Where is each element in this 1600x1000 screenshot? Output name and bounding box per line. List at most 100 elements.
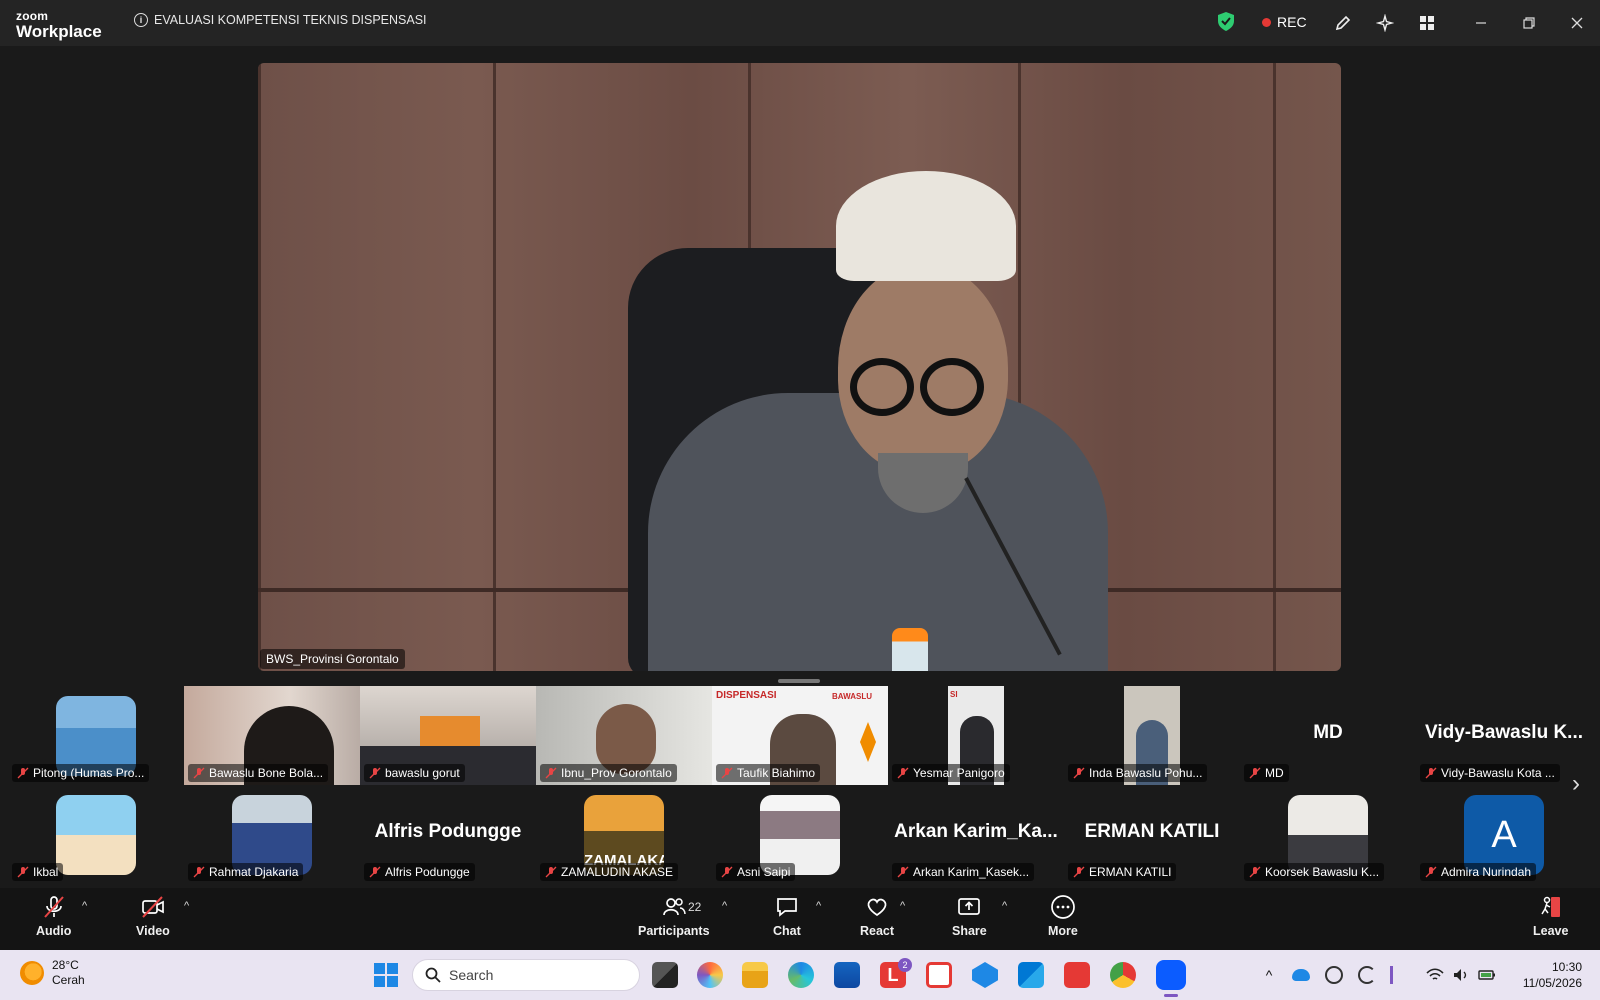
minimize-button[interactable]	[1470, 12, 1492, 34]
taskbar-search[interactable]: Search	[412, 959, 640, 991]
zoom-app-icon[interactable]	[1156, 960, 1186, 990]
participant-display-name: Vidy-Bawaslu K...	[1424, 722, 1584, 743]
participant-tile[interactable]: ZAMALAKA ZAMALUDIN AKASE	[536, 785, 712, 884]
audio-options-chevron-icon[interactable]: ^	[82, 900, 87, 912]
participant-tile[interactable]: Ibnu_Prov Gorontalo	[536, 686, 712, 785]
chat-button[interactable]: Chat	[773, 894, 801, 938]
sparkle-icon	[1376, 14, 1394, 32]
wifi-icon[interactable]	[1426, 966, 1444, 984]
participants-label: Participants	[638, 924, 710, 938]
mic-muted-icon	[369, 866, 381, 878]
system-clock[interactable]: 10:30 11/05/2026	[1523, 959, 1582, 991]
shield-icon[interactable]	[1218, 12, 1234, 31]
main-speaker-video[interactable]: BWS_Provinsi Gorontalo	[258, 63, 1341, 671]
battery-icon[interactable]	[1478, 966, 1496, 984]
edge-icon[interactable]	[788, 962, 814, 988]
share-button[interactable]: Share	[952, 894, 987, 938]
clock-date: 11/05/2026	[1522, 976, 1582, 990]
participant-tile[interactable]: Pitong (Humas Pro...	[8, 686, 184, 785]
close-button[interactable]	[1566, 12, 1588, 34]
react-button[interactable]: React	[860, 894, 894, 938]
participant-name: Vidy-Bawaslu Kota ...	[1441, 766, 1555, 780]
apps-button[interactable]	[1412, 8, 1442, 38]
tray-app-icon[interactable]	[1325, 966, 1343, 984]
participant-tile[interactable]: DISPENSASI BAWASLU Taufik Biahimo	[712, 686, 888, 785]
participant-tile[interactable]: Rahmat Djakaria	[184, 785, 360, 884]
ai-companion-button[interactable]	[1370, 8, 1400, 38]
copilot-icon[interactable]	[697, 962, 723, 988]
participant-tile[interactable]: Asni Saipi	[712, 785, 888, 884]
mic-muted-icon	[1249, 767, 1261, 779]
participant-tile[interactable]: Arkan Karim_Ka... Arkan Karim_Kasek...	[888, 785, 1064, 884]
participants-icon	[662, 898, 686, 916]
more-button[interactable]: More	[1048, 894, 1078, 938]
participant-name: Pitong (Humas Pro...	[33, 766, 145, 780]
chrome-icon[interactable]	[1110, 962, 1136, 988]
share-screen-icon	[958, 898, 981, 915]
participant-tile[interactable]: Bawaslu Bone Bola...	[184, 686, 360, 785]
onedrive-icon[interactable]	[1292, 969, 1310, 981]
video-button[interactable]: Video	[136, 894, 170, 938]
info-icon[interactable]: i	[134, 13, 148, 27]
participant-tile[interactable]: Ikbal	[8, 785, 184, 884]
weather-sun-icon	[20, 961, 44, 985]
participant-tile[interactable]: ERMAN KATILI ERMAN KATILI	[1064, 785, 1240, 884]
mcafee-icon[interactable]	[926, 962, 952, 988]
participant-name: Inda Bawaslu Pohu...	[1089, 766, 1203, 780]
participant-name: Rahmat Djakaria	[209, 865, 299, 879]
mic-muted-icon	[17, 767, 29, 779]
windows-taskbar: 28°C Cerah Search L 2 ^ 10:30 11/05/2026	[0, 950, 1600, 1000]
rec-label: REC	[1277, 14, 1307, 30]
annotate-button[interactable]	[1328, 8, 1358, 38]
leave-button[interactable]: Leave	[1533, 894, 1568, 938]
recording-indicator[interactable]: REC	[1262, 14, 1307, 30]
participant-tile[interactable]: Alfris Podungge Alfris Podungge	[360, 785, 536, 884]
participant-tile[interactable]: MD MD	[1240, 686, 1416, 785]
store-icon[interactable]	[834, 962, 860, 988]
resize-handle[interactable]	[778, 679, 820, 683]
leave-label: Leave	[1533, 924, 1569, 938]
participant-tile[interactable]: bawaslu gorut	[360, 686, 536, 785]
restore-button[interactable]	[1518, 12, 1540, 34]
mic-muted-icon	[193, 767, 205, 779]
active-app-indicator	[1164, 994, 1178, 997]
react-label: React	[860, 924, 895, 938]
chat-label: Chat	[773, 924, 801, 938]
weather-widget[interactable]: 28°C Cerah	[20, 958, 85, 988]
dropbox-icon[interactable]	[972, 962, 998, 988]
task-view-icon[interactable]	[652, 962, 678, 988]
record-dot-icon	[1262, 17, 1271, 27]
participant-tile[interactable]: SI Yesmar Panigoro	[888, 686, 1064, 785]
participants-options-chevron-icon[interactable]: ^	[722, 900, 727, 912]
gallery-next-arrow-icon[interactable]: ›	[1572, 770, 1580, 798]
mic-muted-icon	[897, 767, 909, 779]
participant-tile[interactable]: Koorsek Bawaslu K...	[1240, 785, 1416, 884]
clock-time: 10:30	[1551, 960, 1582, 974]
leave-icon	[1541, 896, 1560, 917]
outlook-icon[interactable]	[1018, 962, 1044, 988]
video-options-chevron-icon[interactable]: ^	[184, 900, 189, 912]
participant-tile[interactable]: Vidy-Bawaslu K... Vidy-Bawaslu Kota ...	[1416, 686, 1592, 785]
participant-name: Arkan Karim_Kasek...	[913, 865, 1030, 879]
chat-options-chevron-icon[interactable]: ^	[816, 900, 821, 912]
participant-gallery: Pitong (Humas Pro... Bawaslu Bone Bola..…	[8, 686, 1592, 884]
participant-name: Koorsek Bawaslu K...	[1265, 865, 1380, 879]
windows-start-icon[interactable]	[373, 962, 399, 988]
volume-icon[interactable]	[1452, 966, 1470, 984]
banner-text: SI	[950, 690, 958, 699]
participant-tile[interactable]: A Admira Nurindah	[1416, 785, 1592, 884]
share-options-chevron-icon[interactable]: ^	[1002, 900, 1007, 912]
wps-icon[interactable]	[1064, 962, 1090, 988]
react-options-chevron-icon[interactable]: ^	[900, 900, 905, 912]
restore-icon	[1523, 17, 1535, 29]
meeting-info[interactable]: i EVALUASI KOMPETENSI TEKNIS DISPENSASI	[134, 13, 427, 27]
audio-button[interactable]: Audio	[36, 894, 71, 938]
pen-tray-icon[interactable]	[1390, 966, 1408, 984]
file-explorer-icon[interactable]	[742, 962, 768, 988]
sync-icon[interactable]	[1358, 966, 1376, 984]
tray-chevron-up-icon[interactable]: ^	[1260, 966, 1278, 984]
participant-tile[interactable]: Inda Bawaslu Pohu...	[1064, 686, 1240, 785]
meeting-toolbar: Audio ^ Video ^ Participants 22 ^ Chat ^…	[0, 888, 1600, 950]
participant-name: Taufik Biahimo	[737, 766, 816, 780]
participant-name: Ikbal	[33, 865, 59, 879]
